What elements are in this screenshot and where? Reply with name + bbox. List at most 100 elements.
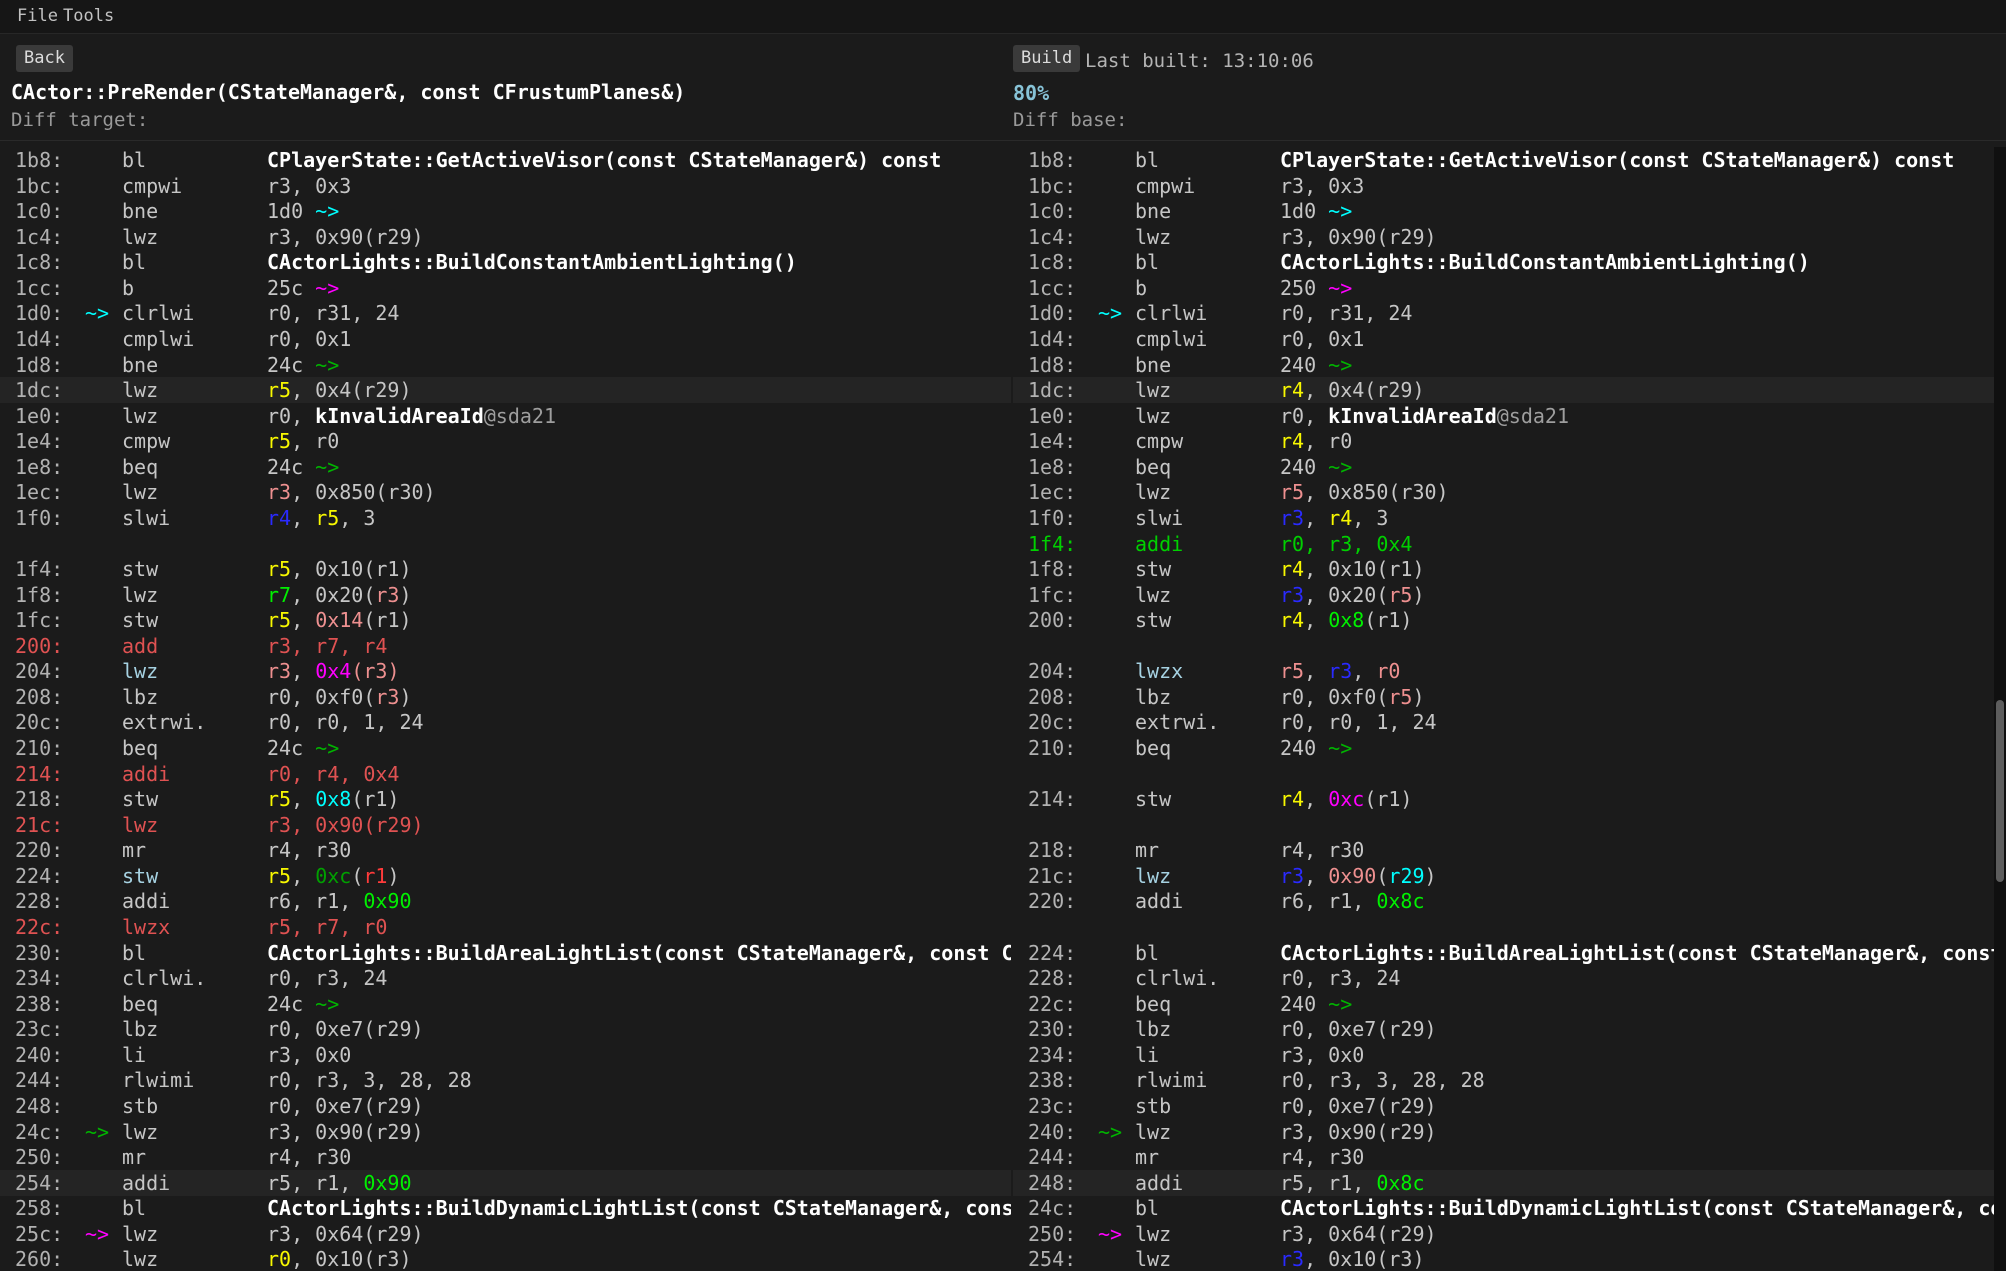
scrollbar[interactable] (1994, 147, 2006, 1271)
asm-address: 228: (15, 888, 63, 914)
asm-row[interactable]: 22c:beq240 ~> (1013, 991, 1994, 1017)
asm-row[interactable]: 248:addir5, r1, 0x8c (1013, 1170, 1994, 1196)
asm-row[interactable]: 208:lbzr0, 0xf0(r3) (0, 684, 1011, 710)
asm-row[interactable]: 234:lir3, 0x0 (1013, 1042, 1994, 1068)
asm-mnemonic: lwz (122, 403, 158, 429)
asm-row[interactable]: 1d4:cmplwir0, 0x1 (0, 326, 1011, 352)
asm-row[interactable]: 218:stwr5, 0x8(r1) (0, 786, 1011, 812)
asm-row[interactable]: 230:blCActorLights::BuildAreaLightList(c… (0, 940, 1011, 966)
asm-row[interactable]: 1c0:bne1d0 ~> (1013, 198, 1994, 224)
asm-row[interactable]: 210:beq240 ~> (1013, 735, 1994, 761)
asm-row[interactable]: 244:mrr4, r30 (1013, 1144, 1994, 1170)
asm-row[interactable]: 208:lbzr0, 0xf0(r5) (1013, 684, 1994, 710)
asm-row[interactable]: 238:rlwimir0, r3, 3, 28, 28 (1013, 1067, 1994, 1093)
asm-row[interactable]: 22c:lwzxr5, r7, r0 (0, 914, 1011, 940)
asm-row[interactable]: 248:stbr0, 0xe7(r29) (0, 1093, 1011, 1119)
asm-operand-token: r5 (1388, 583, 1412, 607)
symbol-ref: CPlayerState::GetActiveVisor(const CStat… (267, 148, 941, 172)
asm-row[interactable]: 220:mrr4, r30 (0, 837, 1011, 863)
asm-row[interactable]: 1b8:blCPlayerState::GetActiveVisor(const… (1013, 147, 1994, 173)
asm-row[interactable]: 1ec:lwzr3, 0x850(r30) (0, 479, 1011, 505)
asm-row[interactable]: 25c:~>lwzr3, 0x64(r29) (0, 1221, 1011, 1247)
asm-row[interactable]: 1f4:addir0, r3, 0x4 (1013, 531, 1994, 557)
asm-row[interactable]: 1e8:beq24c ~> (0, 454, 1011, 480)
asm-row[interactable]: 250:mrr4, r30 (0, 1144, 1011, 1170)
asm-row[interactable]: 258:blCActorLights::BuildDynamicLightLis… (0, 1195, 1011, 1221)
asm-row[interactable]: 1dc:lwzr5, 0x4(r29) (0, 377, 1011, 403)
asm-row[interactable]: 260:lwzr0, 0x10(r3) (0, 1246, 1011, 1271)
asm-row[interactable]: 1f0:slwir3, r4, 3 (1013, 505, 1994, 531)
asm-row[interactable]: 20c:extrwi.r0, r0, 1, 24 (0, 709, 1011, 735)
asm-row[interactable]: 1d0:~>clrlwir0, r31, 24 (0, 300, 1011, 326)
asm-row[interactable]: 1f0:slwir4, r5, 3 (0, 505, 1011, 531)
back-button[interactable]: Back (16, 45, 73, 72)
asm-row[interactable]: 204:lwzr3, 0x4(r3) (0, 658, 1011, 684)
asm-row[interactable]: 1e8:beq240 ~> (1013, 454, 1994, 480)
asm-row[interactable]: 1cc:b25c ~> (0, 275, 1011, 301)
asm-row[interactable]: 240:~>lwzr3, 0x90(r29) (1013, 1119, 1994, 1145)
asm-row[interactable]: 1e0:lwzr0, kInvalidAreaId@sda21 (1013, 403, 1994, 429)
asm-row[interactable]: 254:addir5, r1, 0x90 (0, 1170, 1011, 1196)
asm-row[interactable]: 204:lwzxr5, r3, r0 (1013, 658, 1994, 684)
asm-row[interactable]: 238:beq24c ~> (0, 991, 1011, 1017)
asm-row[interactable]: 21c:lwzr3, 0x90(r29) (0, 812, 1011, 838)
asm-operands: 240 ~> (1280, 991, 1352, 1017)
asm-row[interactable]: 1c4:lwzr3, 0x90(r29) (1013, 224, 1994, 250)
asm-row[interactable]: 244:rlwimir0, r3, 3, 28, 28 (0, 1067, 1011, 1093)
asm-mnemonic: addi (1135, 531, 1183, 557)
asm-row[interactable]: 234:clrlwi.r0, r3, 24 (0, 965, 1011, 991)
asm-row[interactable]: 1bc:cmpwir3, 0x3 (1013, 173, 1994, 199)
asm-row[interactable]: 24c:blCActorLights::BuildDynamicLightLis… (1013, 1195, 1994, 1221)
asm-row[interactable]: 21c:lwzr3, 0x90(r29) (1013, 863, 1994, 889)
asm-row[interactable]: 1f8:lwzr7, 0x20(r3) (0, 582, 1011, 608)
asm-operands: r5, r0 (267, 428, 339, 454)
asm-row[interactable]: 1d8:bne240 ~> (1013, 352, 1994, 378)
asm-row[interactable]: 220:addir6, r1, 0x8c (1013, 888, 1994, 914)
asm-row[interactable]: 1d8:bne24c ~> (0, 352, 1011, 378)
asm-row[interactable]: 1dc:lwzr4, 0x4(r29) (1013, 377, 1994, 403)
asm-row[interactable]: 254:lwzr3, 0x10(r3) (1013, 1246, 1994, 1271)
asm-row[interactable]: 1cc:b250 ~> (1013, 275, 1994, 301)
asm-row[interactable]: 20c:extrwi.r0, r0, 1, 24 (1013, 709, 1994, 735)
asm-row[interactable]: 214:stwr4, 0xc(r1) (1013, 786, 1994, 812)
asm-row[interactable]: 1f8:stwr4, 0x10(r1) (1013, 556, 1994, 582)
asm-operand-token: r0, r0, 1, 24 (267, 710, 424, 734)
asm-row[interactable]: 210:beq24c ~> (0, 735, 1011, 761)
asm-row[interactable]: 1c0:bne1d0 ~> (0, 198, 1011, 224)
asm-row[interactable]: 200:addr3, r7, r4 (0, 633, 1011, 659)
asm-address: 224: (15, 863, 63, 889)
asm-row[interactable]: 1d0:~>clrlwir0, r31, 24 (1013, 300, 1994, 326)
asm-row[interactable]: 23c:stbr0, 0xe7(r29) (1013, 1093, 1994, 1119)
asm-row[interactable]: 23c:lbzr0, 0xe7(r29) (0, 1016, 1011, 1042)
asm-row[interactable]: 1b8:blCPlayerState::GetActiveVisor(const… (0, 147, 1011, 173)
asm-row[interactable]: 228:addir6, r1, 0x90 (0, 888, 1011, 914)
asm-row[interactable]: 1bc:cmpwir3, 0x3 (0, 173, 1011, 199)
asm-mnemonic: bl (1135, 249, 1159, 275)
asm-row[interactable]: 218:mrr4, r30 (1013, 837, 1994, 863)
asm-row[interactable]: 1c4:lwzr3, 0x90(r29) (0, 224, 1011, 250)
asm-row[interactable]: 224:blCActorLights::BuildAreaLightList(c… (1013, 940, 1994, 966)
asm-row[interactable]: 1fc:stwr5, 0x14(r1) (0, 607, 1011, 633)
asm-operand-token: , r0 (291, 429, 339, 453)
asm-row[interactable]: 200:stwr4, 0x8(r1) (1013, 607, 1994, 633)
asm-row[interactable]: 24c:~>lwzr3, 0x90(r29) (0, 1119, 1011, 1145)
asm-row[interactable]: 250:~>lwzr3, 0x64(r29) (1013, 1221, 1994, 1247)
asm-row[interactable]: 1e4:cmpwr5, r0 (0, 428, 1011, 454)
menu-tools[interactable]: Tools (54, 0, 123, 33)
asm-row[interactable]: 1d4:cmplwir0, 0x1 (1013, 326, 1994, 352)
asm-row[interactable]: 1c8:blCActorLights::BuildConstantAmbient… (0, 249, 1011, 275)
asm-row[interactable]: 1ec:lwzr5, 0x850(r30) (1013, 479, 1994, 505)
scrollbar-thumb[interactable] (1996, 700, 2004, 882)
build-button[interactable]: Build (1013, 45, 1080, 72)
asm-row[interactable]: 228:clrlwi.r0, r3, 24 (1013, 965, 1994, 991)
asm-row[interactable]: 230:lbzr0, 0xe7(r29) (1013, 1016, 1994, 1042)
asm-row[interactable]: 1fc:lwzr3, 0x20(r5) (1013, 582, 1994, 608)
asm-row[interactable]: 224:stwr5, 0xc(r1) (0, 863, 1011, 889)
asm-row[interactable]: 214:addir0, r4, 0x4 (0, 761, 1011, 787)
asm-row[interactable]: 1e0:lwzr0, kInvalidAreaId@sda21 (0, 403, 1011, 429)
asm-row[interactable]: 1e4:cmpwr4, r0 (1013, 428, 1994, 454)
asm-row[interactable]: 1f4:stwr5, 0x10(r1) (0, 556, 1011, 582)
asm-row[interactable]: 240:lir3, 0x0 (0, 1042, 1011, 1068)
asm-operands: r3, 0x3 (1280, 173, 1364, 199)
asm-row[interactable]: 1c8:blCActorLights::BuildConstantAmbient… (1013, 249, 1994, 275)
